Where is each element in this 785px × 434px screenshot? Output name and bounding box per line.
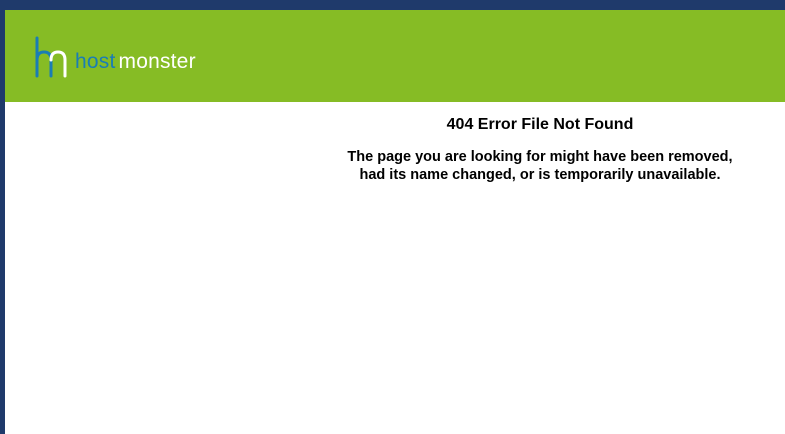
- error-title: 404 Error File Not Found: [446, 116, 634, 133]
- hm-monogram-icon: [35, 36, 67, 78]
- error-message-line-1: The page you are looking for might have …: [347, 149, 733, 165]
- page-frame: host monster 404 Error File Not Found The…: [0, 0, 785, 434]
- error-message-line-2: had its name changed, or is temporarily …: [359, 167, 721, 183]
- logo-text-monster: monster: [118, 50, 196, 73]
- logo-wordmark: host monster: [75, 51, 196, 72]
- error-message: The page you are looking for might have …: [305, 148, 775, 184]
- logo-text-host: host: [75, 50, 116, 73]
- main-content: 404 Error File Not Found The page you ar…: [5, 102, 785, 434]
- site-header: host monster: [5, 10, 785, 102]
- hostmonster-logo[interactable]: host monster: [33, 36, 196, 78]
